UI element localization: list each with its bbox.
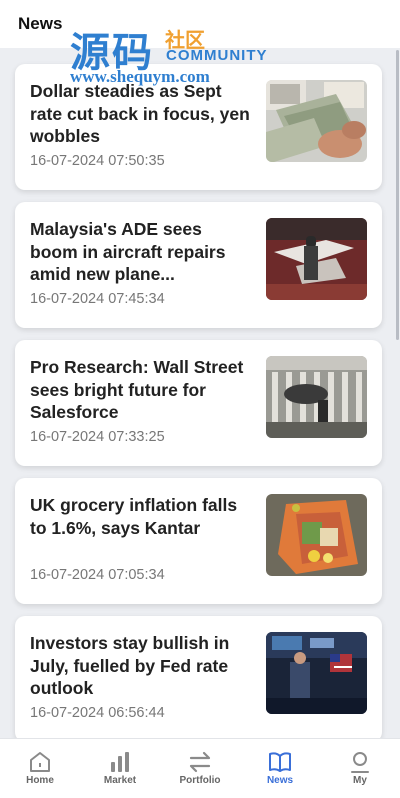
tab-label: Portfolio xyxy=(179,775,221,786)
news-thumbnail[interactable] xyxy=(266,356,367,438)
watermark-en: COMMUNITY xyxy=(166,47,268,64)
swap-arrows-icon xyxy=(188,750,212,774)
book-icon xyxy=(268,750,292,774)
user-icon xyxy=(348,750,372,774)
tab-news[interactable]: News xyxy=(240,739,320,798)
watermark-url: www.shequym.com xyxy=(70,67,210,86)
tab-label: News xyxy=(266,775,294,786)
news-headline[interactable]: Investors stay bullish in July, fuelled … xyxy=(30,632,252,700)
news-timestamp: 16-07-2024 07:50:35 xyxy=(30,153,165,169)
news-headline[interactable]: Malaysia's ADE sees boom in aircraft rep… xyxy=(30,218,252,286)
news-headline[interactable]: UK grocery inflation falls to 1.6%, says… xyxy=(30,494,252,539)
tab-label: Market xyxy=(103,775,137,786)
home-icon xyxy=(28,750,52,774)
news-headline[interactable]: Dollar steadies as Sept rate cut back in… xyxy=(30,80,252,148)
watermark-logo: 源码 社区 COMMUNITY www.shequym.com xyxy=(70,20,280,90)
news-thumbnail[interactable] xyxy=(266,80,367,162)
news-feed[interactable]: Dollar steadies as Sept rate cut back in… xyxy=(0,48,400,738)
tab-label: Home xyxy=(26,775,54,786)
tab-my[interactable]: My xyxy=(320,739,400,798)
news-thumbnail[interactable] xyxy=(266,632,367,714)
tab-label: My xyxy=(353,775,367,786)
news-timestamp: 16-07-2024 07:33:25 xyxy=(30,429,165,445)
tab-home[interactable]: Home xyxy=(0,739,80,798)
news-thumbnail[interactable] xyxy=(266,218,367,300)
news-timestamp: 16-07-2024 07:45:34 xyxy=(30,291,165,307)
bottom-tab-bar: Home Market Portfolio News My xyxy=(0,738,400,798)
news-card[interactable]: UK grocery inflation falls to 1.6%, says… xyxy=(15,478,382,604)
news-timestamp: 16-07-2024 07:05:34 xyxy=(30,567,165,583)
page-title: News xyxy=(18,14,63,33)
tab-market[interactable]: Market xyxy=(80,739,160,798)
news-timestamp: 16-07-2024 06:56:44 xyxy=(30,705,165,721)
news-card[interactable]: Pro Research: Wall Street sees bright fu… xyxy=(15,340,382,466)
news-card[interactable]: Investors stay bullish in July, fuelled … xyxy=(15,616,382,738)
news-headline[interactable]: Pro Research: Wall Street sees bright fu… xyxy=(30,356,252,424)
tab-portfolio[interactable]: Portfolio xyxy=(160,739,240,798)
scrollbar[interactable] xyxy=(396,50,399,340)
news-thumbnail[interactable] xyxy=(266,494,367,576)
news-card[interactable]: Malaysia's ADE sees boom in aircraft rep… xyxy=(15,202,382,328)
bar-chart-icon xyxy=(108,750,132,774)
